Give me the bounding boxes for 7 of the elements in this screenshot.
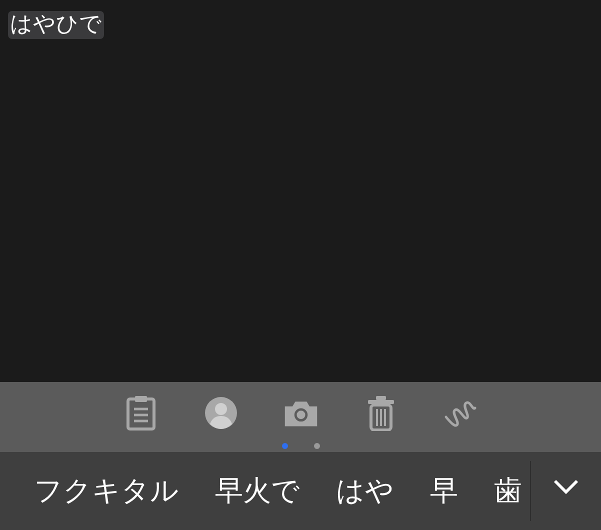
candidate-word[interactable]: はや — [336, 473, 394, 509]
composing-text: はやひで — [8, 11, 104, 39]
candidate-word[interactable]: 早 — [430, 473, 458, 509]
candidate-word[interactable]: フクキタル — [34, 473, 179, 509]
candidate-word[interactable]: 歯 — [494, 473, 522, 509]
contact-icon[interactable] — [202, 395, 238, 431]
candidate-word[interactable]: 早火で — [215, 473, 300, 509]
